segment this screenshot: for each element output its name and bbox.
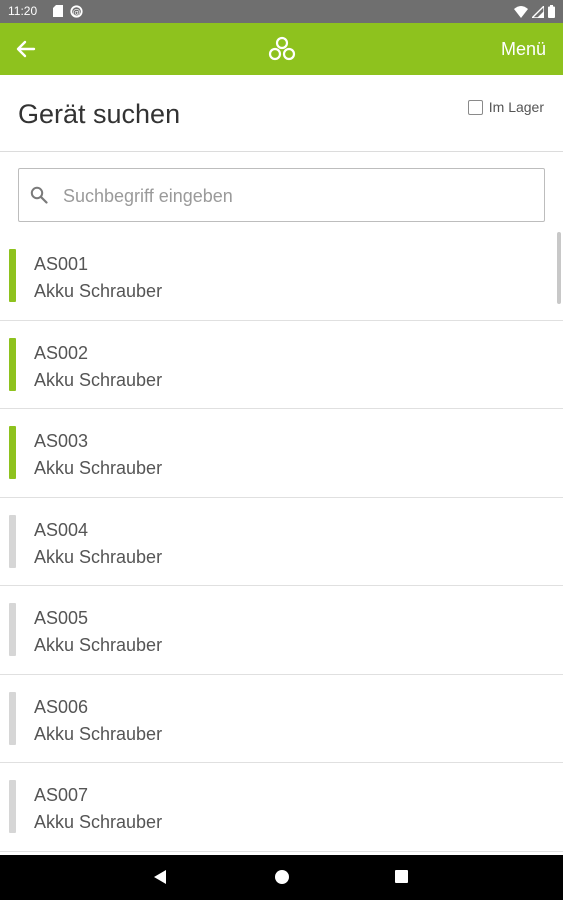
status-indicator [9, 780, 16, 833]
in-stock-checkbox[interactable] [467, 99, 483, 115]
sd-card-icon [53, 5, 63, 17]
device-list-item[interactable]: AS003 Akku Schrauber [0, 409, 563, 498]
device-list-item[interactable]: AS002 Akku Schrauber [0, 321, 563, 409]
status-time: 11:20 [8, 4, 38, 18]
device-list: AS001 Akku Schrauber AS002 Akku Schraube… [0, 232, 563, 853]
device-name: Akku Schrauber [34, 281, 163, 301]
device-list-item[interactable]: AS006 Akku Schrauber [0, 675, 563, 763]
device-name: Akku Schrauber [34, 723, 163, 744]
signal-icon [532, 5, 544, 18]
status-right-icons [514, 5, 555, 18]
wifi-icon [514, 5, 528, 18]
search-icon [30, 186, 48, 204]
system-nav-bar [0, 855, 563, 900]
status-indicator [9, 603, 16, 656]
device-code: AS005 [34, 608, 89, 628]
device-list-item[interactable]: AS001 Akku Schrauber [0, 232, 563, 321]
recents-nav-icon[interactable] [394, 869, 409, 884]
app-logo-icon [268, 36, 296, 61]
search-input[interactable]: Suchbegriff eingeben [18, 168, 545, 222]
sync-icon: @ [70, 5, 83, 18]
home-nav-icon[interactable] [274, 869, 290, 885]
page-title: Gerät suchen [18, 99, 181, 129]
status-indicator [9, 691, 16, 745]
search-placeholder: Suchbegriff eingeben [63, 186, 233, 206]
status-bar: 11:20 @ [0, 0, 563, 23]
status-indicator [9, 514, 16, 568]
app-bar: Menü [0, 23, 563, 75]
device-name: Akku Schrauber [34, 546, 163, 567]
device-code: AS001 [34, 254, 89, 274]
svg-text:@: @ [73, 8, 81, 17]
device-name: Akku Schrauber [34, 812, 163, 832]
status-indicator [9, 249, 16, 302]
page-header: Gerät suchen Im Lager [0, 75, 563, 152]
list-scrollbar[interactable] [557, 232, 561, 304]
status-indicator [9, 426, 16, 479]
device-code: AS002 [34, 342, 89, 363]
in-stock-filter[interactable]: Im Lager [467, 99, 544, 115]
device-code: AS006 [34, 696, 89, 717]
device-code: AS007 [34, 785, 89, 805]
device-code: AS003 [34, 431, 89, 451]
status-indicator [9, 337, 16, 391]
back-arrow-icon[interactable] [14, 37, 38, 61]
device-name: Akku Schrauber [34, 369, 163, 390]
device-list-item[interactable]: AS004 Akku Schrauber [0, 498, 563, 586]
back-nav-icon[interactable] [153, 869, 167, 885]
menu-button[interactable]: Menü [501, 39, 546, 60]
in-stock-label: Im Lager [488, 99, 544, 115]
device-code: AS004 [34, 519, 89, 540]
device-list-item[interactable]: AS005 Akku Schrauber [0, 586, 563, 675]
device-name: Akku Schrauber [34, 635, 163, 655]
battery-icon [548, 5, 555, 18]
device-name: Akku Schrauber [34, 458, 163, 478]
device-list-item[interactable]: AS007 Akku Schrauber [0, 763, 563, 852]
